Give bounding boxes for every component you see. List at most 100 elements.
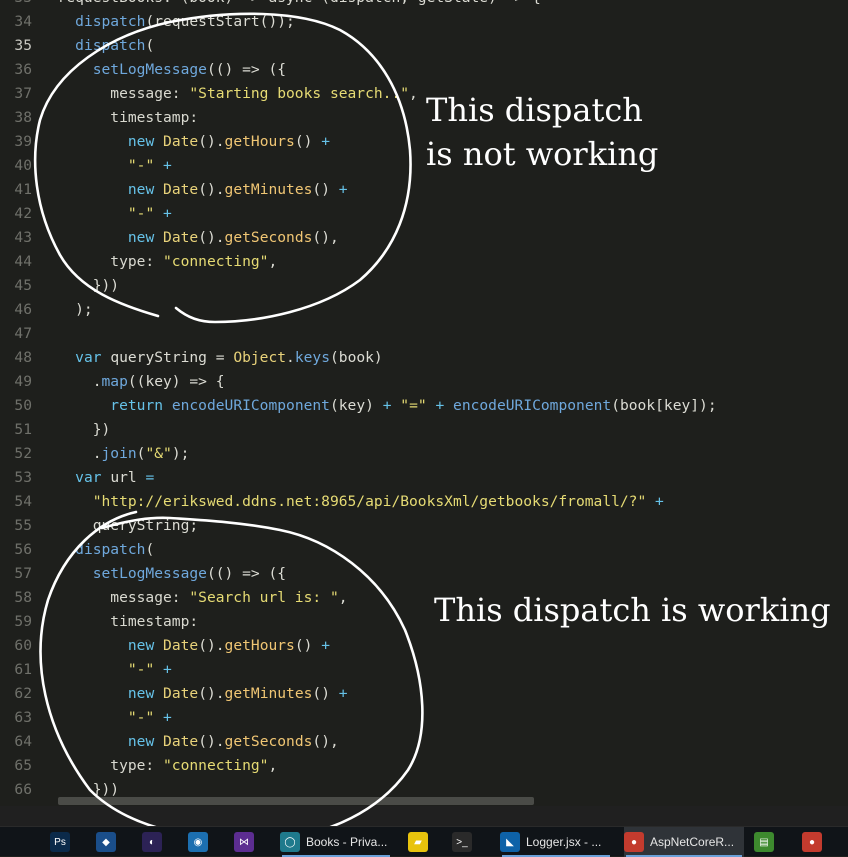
code-line[interactable]: 56 dispatch( — [0, 538, 848, 562]
code-line[interactable]: 35 dispatch( — [0, 34, 848, 58]
line-number: 39 — [14, 133, 32, 150]
line-number: 47 — [14, 325, 32, 342]
code-text: setLogMessage(() => ({ — [40, 562, 286, 586]
line-number: 56 — [14, 541, 32, 558]
line-number: 63 — [14, 709, 32, 726]
code-line[interactable]: 50 return encodeURIComponent(key) + "=" … — [0, 394, 848, 418]
line-number: 54 — [14, 493, 32, 510]
code-line[interactable]: 57 setLogMessage(() => ({ — [0, 562, 848, 586]
line-number: 65 — [14, 757, 32, 774]
code-token: ); — [171, 445, 190, 462]
taskbar-item-notepad-plus[interactable]: ▤ — [754, 827, 786, 857]
code-text: }) — [40, 418, 111, 442]
taskbar-item-visual-studio[interactable]: ⋈ — [234, 827, 266, 857]
code-line[interactable]: 47 — [0, 322, 848, 346]
code-token: , — [409, 85, 418, 102]
code-line[interactable]: 64 new Date().getSeconds(), — [0, 730, 848, 754]
code-line[interactable]: 54 "http://erikswed.ddns.net:8965/api/Bo… — [0, 490, 848, 514]
chrome-icon: ● — [802, 832, 822, 852]
code-line[interactable]: 62 new Date().getMinutes() + — [0, 682, 848, 706]
code-line[interactable]: 61 "-" + — [0, 658, 848, 682]
code-line[interactable]: 38 timestamp: — [0, 106, 848, 130]
code-text: dispatch( — [40, 538, 154, 562]
taskbar-item-app-2[interactable]: ◆ — [96, 827, 128, 857]
code-line[interactable]: 44 type: "connecting", — [0, 250, 848, 274]
code-line[interactable]: 49 .map((key) => { — [0, 370, 848, 394]
code-line[interactable]: 53 var url = — [0, 466, 848, 490]
taskbar-item-sticky-notes[interactable]: ▰ — [408, 827, 440, 857]
code-token: "&" — [145, 445, 172, 462]
visual-studio-icon: ⋈ — [234, 832, 254, 852]
code-line[interactable]: 42 "-" + — [0, 202, 848, 226]
code-line[interactable]: 40 "-" + — [0, 154, 848, 178]
line-number: 55 — [14, 517, 32, 534]
code-token: (). — [198, 133, 225, 150]
code-token: "-" — [127, 157, 155, 174]
code-line[interactable]: 45 })) — [0, 274, 848, 298]
code-text: dispatch(requestStart()); — [40, 10, 295, 34]
code-token: "http://erikswed.ddns.net:8965/api/Books… — [92, 493, 647, 510]
taskbar-item-eclipse[interactable]: ◐ — [142, 827, 174, 857]
code-text: type: "connecting", — [40, 250, 277, 274]
code-line[interactable]: 46 ); — [0, 298, 848, 322]
code-line[interactable]: 36 setLogMessage(() => ({ — [0, 58, 848, 82]
code-text: "http://erikswed.ddns.net:8965/api/Books… — [40, 490, 664, 514]
line-number: 38 — [14, 109, 32, 126]
code-line[interactable]: 33 requestBooks: (book) => async (dispat… — [0, 0, 848, 10]
taskbar-item-browser-blue[interactable]: ◉ — [188, 827, 220, 857]
code-token: getMinutes — [224, 181, 313, 198]
code-editor[interactable]: 33 requestBooks: (book) => async (dispat… — [0, 0, 848, 826]
code-token: encodeURIComponent — [453, 397, 612, 414]
code-token: new — [127, 229, 164, 246]
code-line[interactable]: 34 dispatch(requestStart()); — [0, 10, 848, 34]
annotation-not-working-line1: This dispatch — [426, 91, 643, 129]
code-token: getSeconds — [224, 733, 313, 750]
line-number: 52 — [14, 445, 32, 462]
code-token: new — [127, 133, 164, 150]
code-line[interactable]: 43 new Date().getSeconds(), — [0, 226, 848, 250]
line-number: 51 — [14, 421, 32, 438]
taskbar-item-chrome-aspnet[interactable]: ● AspNetCoreR... — [624, 827, 744, 857]
taskbar-item-terminal[interactable]: >_ — [452, 827, 484, 857]
code-token: "-" — [127, 661, 155, 678]
line-number: 48 — [14, 349, 32, 366]
code-token: return — [110, 397, 172, 414]
taskbar-item-photoshop[interactable]: Ps — [50, 827, 82, 857]
code-line[interactable]: 37 message: "Starting books search..", — [0, 82, 848, 106]
code-token: join — [101, 445, 137, 462]
code-line[interactable]: 55 queryString; — [0, 514, 848, 538]
code-text: "-" + — [40, 706, 172, 730]
code-line[interactable]: 63 "-" + — [0, 706, 848, 730]
code-token: (). — [198, 733, 225, 750]
code-text: ); — [40, 298, 93, 322]
code-token: timestamp: — [40, 109, 199, 126]
code-text: dispatch( — [40, 34, 154, 58]
code-text: var url = — [40, 466, 154, 490]
taskbar-item-edge-books[interactable]: ◯ Books - Priva... — [280, 827, 392, 857]
code-token: (), — [312, 733, 339, 750]
code-line[interactable]: 52 .join("&"); — [0, 442, 848, 466]
code-line[interactable]: 51 }) — [0, 418, 848, 442]
code-token: + — [321, 133, 330, 150]
code-line[interactable]: 65 type: "connecting", — [0, 754, 848, 778]
code-line[interactable]: 39 new Date().getHours() + — [0, 130, 848, 154]
code-token: "Starting books search.." — [189, 85, 410, 102]
code-line[interactable]: 41 new Date().getMinutes() + — [0, 178, 848, 202]
code-token: () — [312, 181, 339, 198]
taskbar-item-vscode-logger[interactable]: ◣ Logger.jsx - ... — [500, 827, 612, 857]
edge-icon: ◯ — [280, 832, 300, 852]
app-icon: ◆ — [96, 832, 116, 852]
code-token: Date — [163, 133, 199, 150]
sticky-note-icon: ▰ — [408, 832, 428, 852]
code-token: + — [338, 181, 348, 198]
taskbar-item-chrome-2[interactable]: ● — [802, 827, 834, 857]
code-line[interactable]: 60 new Date().getHours() + — [0, 634, 848, 658]
horizontal-scrollbar-thumb[interactable] — [58, 797, 534, 805]
code-token: new — [127, 685, 164, 702]
line-number: 34 — [14, 13, 32, 30]
code-line[interactable]: 48 var queryString = Object.keys(book) — [0, 346, 848, 370]
